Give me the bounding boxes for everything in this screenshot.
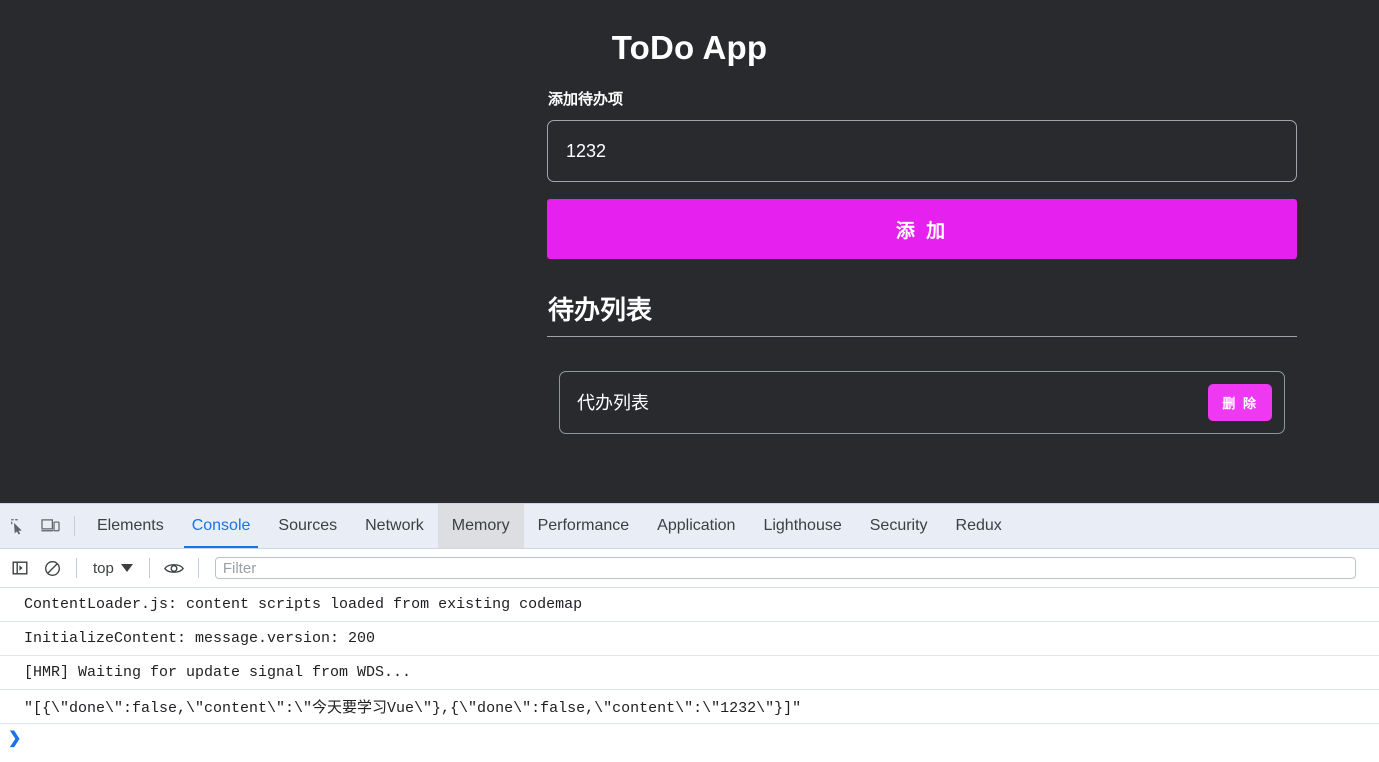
tab-memory[interactable]: Memory [437, 504, 524, 548]
toolbar-divider-3 [197, 558, 199, 578]
tab-console[interactable]: Console [178, 504, 265, 548]
inspect-element-icon[interactable] [2, 511, 34, 541]
console-message: InitializeContent: message.version: 200 [0, 622, 1379, 656]
todo-list-heading: 待办列表 [548, 295, 653, 325]
tab-sources[interactable]: Sources [264, 504, 351, 548]
chevron-down-icon [120, 564, 133, 572]
console-filter-input[interactable] [214, 557, 1356, 579]
tab-security[interactable]: Security [856, 504, 942, 548]
console-message: "[{\"done\":false,\"content\":\"今天要学习Vue… [0, 690, 1379, 724]
clear-console-icon[interactable] [36, 553, 68, 583]
live-expression-eye-icon[interactable] [158, 553, 190, 583]
tabbar-divider [74, 516, 75, 536]
delete-todo-button[interactable]: 删 除 [1208, 383, 1272, 421]
console-message: ContentLoader.js: content scripts loaded… [0, 588, 1379, 622]
tab-performance[interactable]: Performance [524, 504, 644, 548]
page-title: ToDo App [611, 29, 768, 66]
console-prompt-input[interactable] [27, 728, 1379, 748]
device-toolbar-icon[interactable] [34, 511, 66, 541]
console-context-label: top [93, 559, 114, 577]
tab-network[interactable]: Network [351, 504, 438, 548]
list-item[interactable]: 代办列表 删 除 [559, 370, 1285, 434]
add-todo-label: 添加待办项 [548, 91, 624, 108]
tab-elements[interactable]: Elements [83, 504, 178, 548]
console-toolbar: top [0, 549, 1379, 588]
tab-lighthouse[interactable]: Lighthouse [749, 504, 855, 548]
toolbar-divider-1 [76, 558, 77, 578]
screen-root: ToDo App 添加待办项 添 加 待办列表 代办列表 删 除 [0, 0, 1379, 762]
prompt-chevron-icon: ❯ [8, 730, 22, 747]
devtools-panel: Elements Console Sources Network Memory … [0, 503, 1379, 762]
add-todo-input[interactable] [547, 120, 1297, 182]
console-message-list: ContentLoader.js: content scripts loaded… [0, 588, 1379, 762]
todo-list: 代办列表 删 除 [559, 370, 1297, 434]
app-viewport: ToDo App 添加待办项 添 加 待办列表 代办列表 删 除 [0, 0, 1379, 503]
tab-application[interactable]: Application [643, 504, 749, 548]
console-prompt-row[interactable]: ❯ [0, 724, 1379, 752]
console-context-selector[interactable]: top [85, 560, 141, 577]
devtools-tabbar: Elements Console Sources Network Memory … [0, 504, 1379, 549]
tab-redux[interactable]: Redux [942, 504, 1016, 548]
add-todo-button[interactable]: 添 加 [547, 199, 1297, 259]
console-message: [HMR] Waiting for update signal from WDS… [0, 656, 1379, 690]
toolbar-divider-2 [148, 558, 150, 578]
show-console-sidebar-icon[interactable] [4, 553, 36, 583]
heading-divider [547, 335, 1297, 337]
todo-form: 添加待办项 添 加 待办列表 代办列表 删 除 [547, 92, 1297, 434]
todo-item-text: 代办列表 [577, 393, 649, 413]
